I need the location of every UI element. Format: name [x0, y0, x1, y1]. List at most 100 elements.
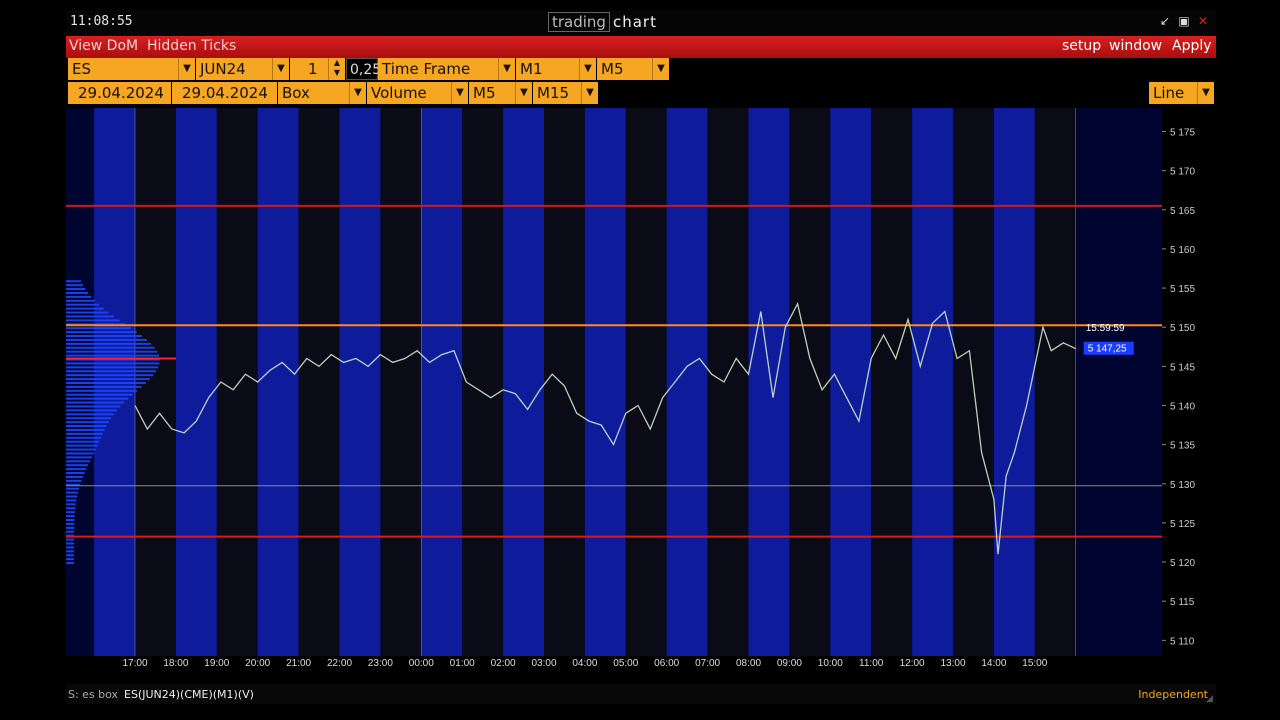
profile-bar	[66, 413, 114, 416]
profile-bar	[66, 491, 78, 494]
session-band	[871, 108, 913, 656]
hidden-ticks-button[interactable]: Hidden Ticks	[147, 38, 236, 54]
session-band	[216, 108, 258, 656]
profile-bar	[66, 495, 78, 498]
maximize-icon[interactable]: ▣	[1177, 14, 1191, 28]
chevron-down-icon[interactable]: ▼	[579, 58, 596, 80]
tf-primary-select[interactable]: M1 ▼	[516, 58, 597, 80]
tick-size-field[interactable]: 0,25	[346, 58, 381, 80]
profile-bar	[66, 397, 129, 400]
price-tick-label: 5 135	[1170, 441, 1195, 452]
time-tick-label: 11:00	[859, 658, 884, 668]
tf-secondary-value: M5	[601, 60, 624, 78]
profile-bar	[66, 307, 104, 310]
close-icon[interactable]: ✕	[1196, 14, 1210, 28]
price-chart[interactable]: 5 165,755 150,255 129,755 123,2515:59:59…	[66, 108, 1216, 668]
profile-bar	[66, 464, 89, 467]
clock: 11:08:55	[70, 14, 133, 29]
profile-tf-value: M5	[473, 84, 496, 102]
window-button[interactable]: window	[1109, 38, 1162, 54]
time-tick-label: 19:00	[204, 658, 229, 668]
chevron-down-icon[interactable]: ▼	[1197, 82, 1214, 104]
profile-bar	[66, 417, 112, 420]
profile-bar	[66, 425, 107, 428]
profile-bar	[66, 382, 146, 384]
profile-tf2-select[interactable]: M15 ▼	[533, 82, 599, 104]
profile-bar	[66, 538, 75, 541]
brand-trading: trading	[548, 12, 610, 32]
profile-type-value: Box	[282, 84, 310, 102]
session-band	[1034, 108, 1076, 656]
date-to-field[interactable]: 29.04.2024	[172, 82, 278, 104]
chevron-down-icon[interactable]: ▼	[498, 58, 515, 80]
timeframe-label: Time Frame	[382, 60, 471, 78]
time-tick-label: 05:00	[613, 658, 638, 668]
price-tick-label: 5 110	[1170, 636, 1195, 647]
time-tick-label: 17:00	[122, 658, 147, 668]
profile-value-value: Volume	[371, 84, 427, 102]
profile-bar	[66, 526, 75, 529]
profile-bar	[66, 515, 75, 518]
chevron-down-icon[interactable]: ▼	[515, 82, 532, 104]
profile-bar	[66, 554, 75, 557]
profile-bar	[66, 354, 159, 357]
stepper-icon[interactable]: ▲ ▼	[328, 58, 345, 80]
minimize-icon[interactable]: ↙	[1158, 14, 1172, 28]
session-band	[625, 108, 667, 656]
chart-style-select[interactable]: Line ▼	[1149, 82, 1215, 104]
profile-bar	[66, 472, 85, 475]
chevron-down-icon[interactable]: ▼	[272, 58, 289, 80]
chevron-down-icon[interactable]: ▼	[178, 58, 195, 80]
multiplier-stepper[interactable]: 1 ▲ ▼	[290, 58, 346, 80]
profile-bar	[66, 456, 92, 459]
profile-bar	[66, 295, 92, 298]
profile-bar	[66, 421, 109, 424]
profile-type-select[interactable]: Box ▼	[278, 82, 367, 104]
timeframe-select[interactable]: Time Frame ▼	[378, 58, 516, 80]
profile-bar	[66, 550, 75, 553]
symbol-select[interactable]: ES ▼	[68, 58, 196, 80]
time-tick-label: 01:00	[450, 658, 475, 668]
profile-value-select[interactable]: Volume ▼	[367, 82, 469, 104]
apply-button[interactable]: Apply	[1172, 38, 1212, 54]
profile-bar	[66, 432, 103, 435]
profile-tf-select[interactable]: M5 ▼	[469, 82, 533, 104]
profile-bar	[66, 460, 91, 463]
profile-bar	[66, 475, 83, 478]
setup-button[interactable]: setup	[1062, 38, 1101, 54]
profile-bar	[66, 342, 152, 345]
resize-grip-icon[interactable]: ◢	[1206, 694, 1216, 704]
profile-bar	[66, 468, 87, 471]
time-tick-label: 18:00	[163, 658, 188, 668]
session-band	[584, 108, 626, 656]
profile-bar	[66, 374, 154, 377]
last-time-label: 15:59:59	[1086, 323, 1125, 334]
session-band	[298, 108, 340, 656]
price-tick-label: 5 165	[1170, 206, 1195, 217]
session-band	[666, 108, 708, 656]
profile-bar	[66, 366, 159, 369]
chevron-down-icon[interactable]: ▼	[581, 82, 598, 104]
chevron-down-icon[interactable]: ▼	[349, 82, 366, 104]
contract-select[interactable]: JUN24 ▼	[196, 58, 290, 80]
date-from-field[interactable]: 29.04.2024	[68, 82, 172, 104]
profile-bar	[66, 319, 120, 322]
title-bar: 11:08:55 trading chart ↙ ▣ ✕	[66, 10, 1216, 36]
profile-bar	[66, 389, 138, 392]
profile-bar	[66, 315, 114, 318]
view-dom-button[interactable]: View DoM	[69, 38, 138, 54]
time-tick-label: 20:00	[245, 658, 270, 668]
tf-secondary-select[interactable]: M5 ▼	[597, 58, 670, 80]
symbol-value: ES	[72, 60, 91, 78]
time-tick-label: 04:00	[572, 658, 597, 668]
profile-bar	[66, 452, 94, 455]
profile-bar	[66, 385, 142, 388]
price-tick-label: 5 120	[1170, 558, 1195, 569]
profile-bar	[66, 499, 77, 502]
profile-bar	[66, 350, 158, 353]
chevron-down-icon[interactable]: ▼	[451, 82, 468, 104]
profile-bar	[66, 487, 79, 490]
profile-bar	[66, 362, 160, 365]
chevron-down-icon[interactable]: ▼	[652, 58, 669, 80]
status-instrument: ES(JUN24)(CME)(M1)(V)	[124, 688, 254, 701]
